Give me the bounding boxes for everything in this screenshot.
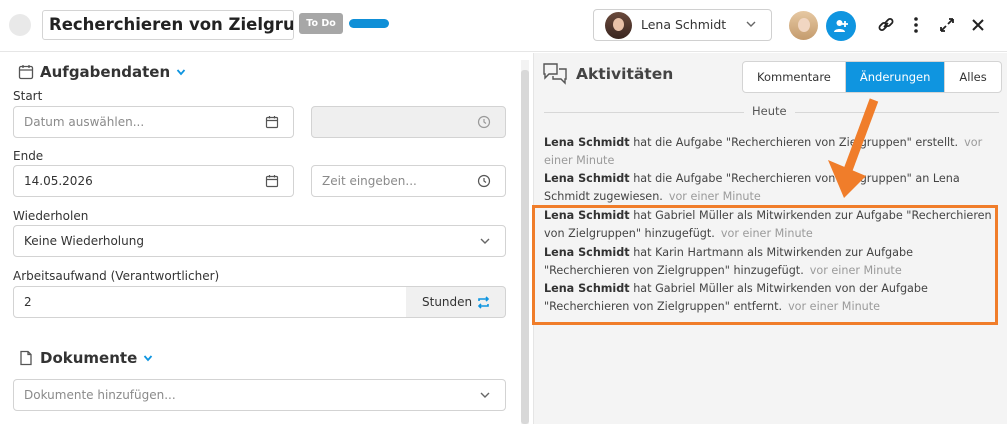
activity-actor: Lena Schmidt — [544, 136, 630, 149]
chevron-down-icon — [746, 21, 756, 27]
assignee-avatar — [605, 12, 632, 39]
scrollbar-thumb[interactable] — [521, 70, 529, 424]
activities-header: Aktivitäten — [542, 62, 673, 86]
expand-icon[interactable] — [936, 14, 958, 36]
day-label: Heute — [744, 104, 795, 118]
link-icon[interactable] — [875, 14, 897, 36]
highlight-box — [532, 205, 998, 325]
end-date-input[interactable]: 14.05.2026 — [13, 165, 294, 197]
section-documents[interactable]: Dokumente — [18, 349, 153, 367]
documents-select[interactable]: Dokumente hinzufügen... — [13, 379, 506, 411]
add-collaborator-button[interactable] — [826, 11, 856, 41]
activity-tabs: Kommentare Änderungen Alles — [742, 61, 1002, 93]
assignee-select[interactable]: Lena Schmidt — [593, 9, 772, 41]
section-task-data-label: Aufgabendaten — [40, 63, 171, 81]
section-documents-label: Dokumente — [40, 349, 138, 367]
more-options-icon[interactable] — [905, 14, 927, 36]
chevron-down-icon — [480, 238, 490, 244]
task-details-panel: Aufgabendaten Start Datum auswählen... E… — [0, 53, 533, 424]
end-label: Ende — [13, 149, 44, 163]
activity-actor: Lena Schmidt — [544, 172, 630, 185]
calendar-icon[interactable] — [265, 115, 279, 129]
complete-task-toggle[interactable] — [9, 14, 31, 36]
chevron-down-icon — [176, 69, 186, 76]
status-badge[interactable]: To Do — [299, 13, 343, 34]
start-label: Start — [13, 89, 43, 103]
arrow-annotation-icon — [828, 98, 879, 198]
tab-all[interactable]: Alles — [945, 62, 1000, 92]
tab-comments[interactable]: Kommentare — [743, 62, 846, 92]
activity-time: vor einer Minute — [668, 190, 761, 203]
calendar-icon — [18, 65, 34, 80]
effort-label: Arbeitsaufwand (Verantwortlicher) — [13, 269, 220, 283]
chevron-down-icon — [144, 355, 153, 362]
chat-bubbles-icon — [543, 63, 567, 85]
add-user-icon — [834, 20, 848, 32]
calendar-icon[interactable] — [265, 174, 279, 188]
swap-icon — [477, 296, 490, 309]
progress-bar — [349, 19, 389, 28]
section-task-data[interactable]: Aufgabendaten — [18, 63, 186, 81]
activities-title: Aktivitäten — [576, 65, 674, 83]
progress-fill — [349, 19, 389, 28]
effort-unit-button[interactable]: Stunden — [406, 286, 506, 318]
clock-icon — [477, 115, 491, 129]
collaborator-avatar[interactable] — [789, 11, 818, 40]
start-date-input[interactable]: Datum auswählen... — [13, 106, 294, 138]
repeat-select[interactable]: Keine Wiederholung — [13, 225, 506, 257]
task-title-input[interactable]: Recherchieren von Zielgruppen — [42, 10, 294, 40]
document-icon — [20, 350, 32, 366]
activity-entry: Lena Schmidt hat die Aufgabe "Recherchie… — [544, 134, 999, 170]
effort-unit-label: Stunden — [422, 295, 473, 309]
activity-entry: Lena Schmidt hat die Aufgabe "Recherchie… — [544, 170, 999, 206]
repeat-label: Wiederholen — [13, 209, 89, 223]
assignee-name: Lena Schmidt — [641, 17, 727, 32]
effort-input[interactable]: 2 — [13, 286, 408, 318]
top-bar: Recherchieren von Zielgruppen To Do Lena… — [0, 0, 1007, 52]
tab-changes[interactable]: Änderungen — [845, 62, 946, 92]
chevron-down-icon — [480, 392, 490, 398]
close-icon[interactable] — [967, 14, 989, 36]
clock-icon[interactable] — [477, 174, 491, 188]
activity-text: hat die Aufgabe "Recherchieren von Zielg… — [633, 136, 959, 149]
